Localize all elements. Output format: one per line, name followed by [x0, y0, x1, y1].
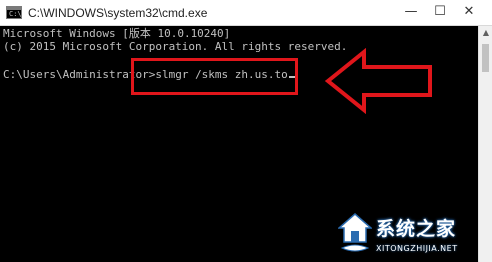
close-button[interactable]: ✕ [446, 0, 492, 26]
scrollbar-thumb[interactable] [482, 44, 489, 72]
scroll-up-arrow-icon[interactable]: ▲ [479, 26, 492, 40]
console-line-version: Microsoft Windows [版本 10.0.10240] [3, 27, 231, 40]
command-highlight-box [131, 58, 298, 95]
left-arrow-annotation-icon [324, 48, 432, 114]
title-bar[interactable]: C:\ C:\WINDOWS\system32\cmd.exe — ☐ ✕ [0, 0, 492, 26]
watermark-title: 系统之家 [376, 218, 457, 240]
watermark-url: XITONGZHIJIA.NET [376, 244, 458, 253]
console-line-copyright: (c) 2015 Microsoft Corporation. All righ… [3, 40, 348, 53]
house-logo-icon [338, 213, 372, 252]
cmd-app-icon-glyph: C:\ [9, 10, 22, 18]
window-title: C:\WINDOWS\system32\cmd.exe [28, 6, 208, 20]
cmd-app-icon: C:\ [6, 6, 22, 19]
watermark: 系统之家 XITONGZHIJIA.NET [338, 210, 490, 260]
